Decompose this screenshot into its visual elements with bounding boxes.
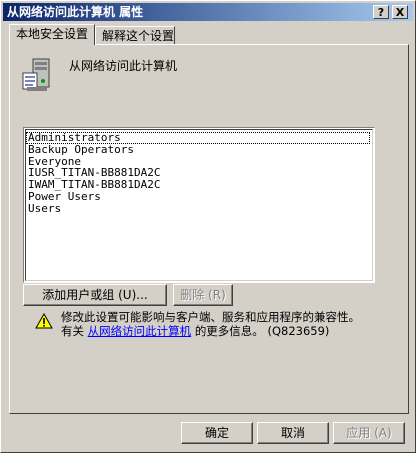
- properties-dialog: 从网络访问此计算机 属性 ? X 本地安全设置 解释这个设置 从网络访问此计算机…: [0, 0, 416, 453]
- title-bar[interactable]: 从网络访问此计算机 属性 ? X: [3, 3, 413, 21]
- ok-button[interactable]: 确定: [181, 422, 253, 444]
- tab-local-security-setting[interactable]: 本地安全设置: [9, 24, 95, 45]
- window-title: 从网络访问此计算机 属性: [7, 5, 144, 19]
- tab-panel: [9, 44, 409, 414]
- tab-explain-setting[interactable]: 解释这个设置: [95, 26, 175, 45]
- apply-button[interactable]: 应用 (A): [333, 422, 405, 444]
- close-button[interactable]: X: [392, 5, 408, 19]
- help-button[interactable]: ?: [373, 5, 389, 19]
- cancel-button[interactable]: 取消: [257, 422, 329, 444]
